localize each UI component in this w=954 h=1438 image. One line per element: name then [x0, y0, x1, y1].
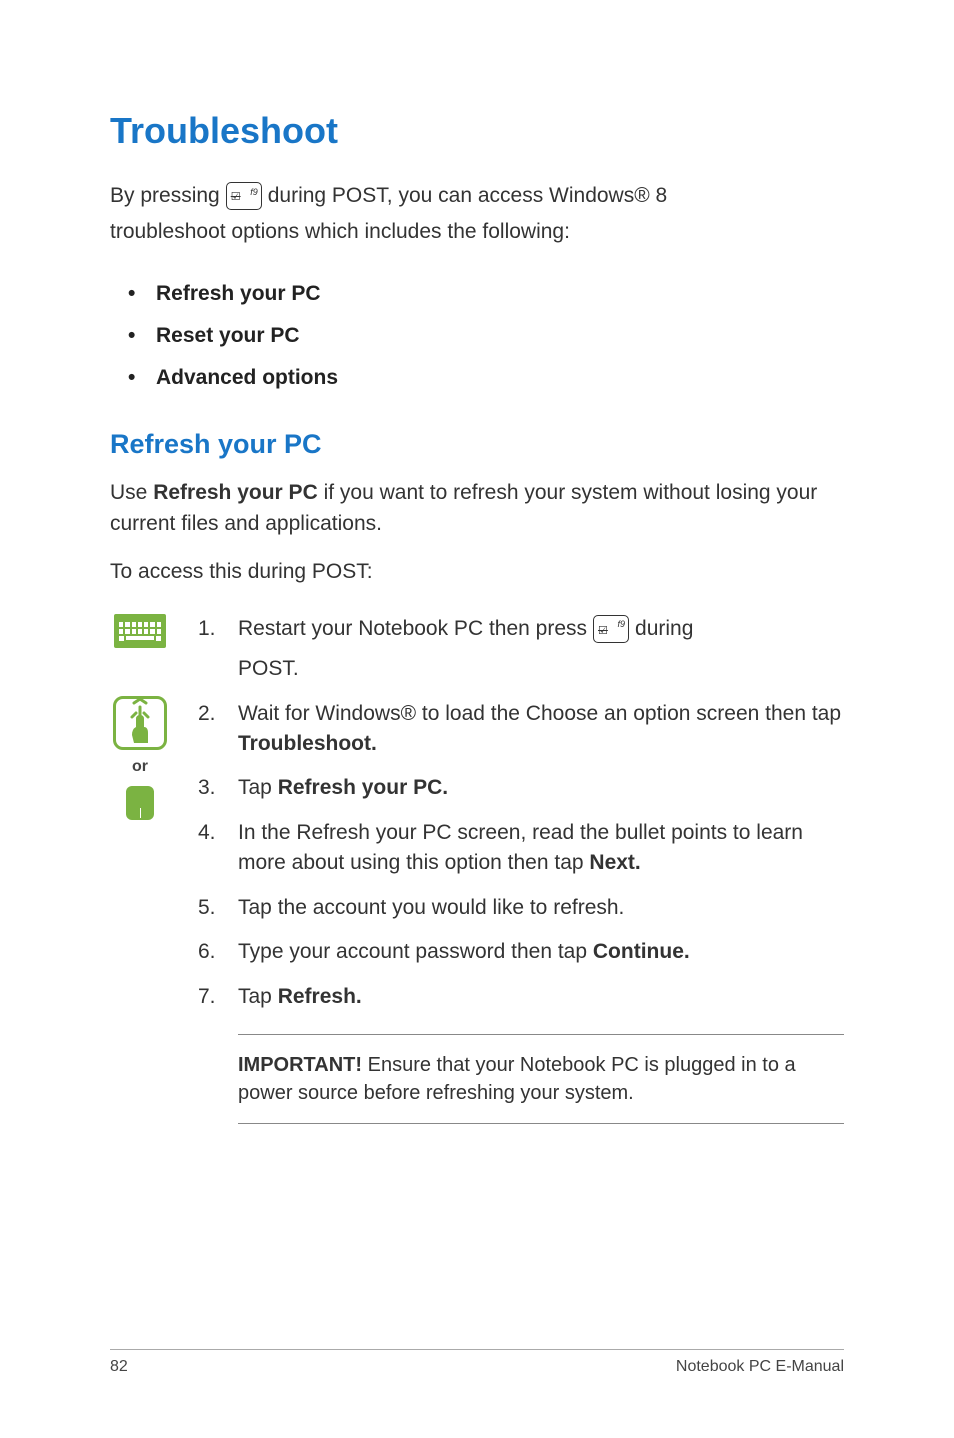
- step-item: 2. Wait for Windows® to load the Choose …: [198, 699, 844, 760]
- intro-line1: By pressing ☑ f9 during POST, you can ac…: [110, 178, 844, 214]
- steps-list: 1. Restart your Notebook PC then press ☑…: [198, 614, 844, 1124]
- intro-post: during POST, you can access Windows® 8: [268, 178, 667, 214]
- footer-label: Notebook PC E-Manual: [676, 1358, 844, 1376]
- icon-column: or: [110, 614, 170, 1124]
- bullet-item: Reset your PC: [128, 315, 844, 357]
- page-title: Troubleshoot: [110, 110, 844, 152]
- step-item: 7. Tap Refresh.: [198, 982, 844, 1012]
- step-item: 6. Type your account password then tap C…: [198, 937, 844, 967]
- section-heading: Refresh your PC: [110, 429, 844, 460]
- keyboard-icon: [114, 614, 166, 648]
- bullet-item: Advanced options: [128, 357, 844, 399]
- intro-line2: troubleshoot options which includes the …: [110, 214, 844, 250]
- f9-key-icon: ☑ f9: [226, 182, 262, 210]
- section-paragraph: Use Refresh your PC if you want to refre…: [110, 478, 844, 539]
- intro-pre: By pressing: [110, 178, 220, 214]
- section-paragraph-2: To access this during POST:: [110, 557, 844, 587]
- touchscreen-icon: [113, 696, 167, 750]
- page-number: 82: [110, 1358, 128, 1376]
- f9-key-icon: ☑ f9: [593, 615, 629, 643]
- bullet-list: Refresh your PC Reset your PC Advanced o…: [128, 273, 844, 399]
- or-label: or: [132, 758, 148, 776]
- important-note: IMPORTANT! Ensure that your Notebook PC …: [238, 1034, 844, 1124]
- step-item: 4. In the Refresh your PC screen, read t…: [198, 818, 844, 879]
- bullet-item: Refresh your PC: [128, 273, 844, 315]
- step-item: 5. Tap the account you would like to ref…: [198, 893, 844, 923]
- touchpad-icon: [126, 786, 154, 820]
- page-footer: 82 Notebook PC E-Manual: [110, 1349, 844, 1376]
- step-item: 1. Restart your Notebook PC then press ☑…: [198, 614, 844, 685]
- step-item: 3. Tap Refresh your PC.: [198, 773, 844, 803]
